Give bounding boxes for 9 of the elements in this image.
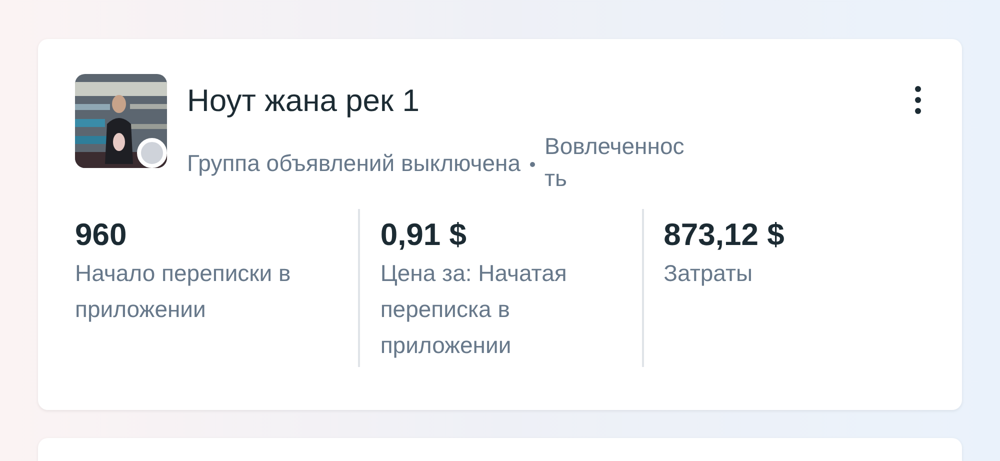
objective-text: Вовлеченность (544, 132, 686, 193)
metric-label: Начало переписки в приложении (75, 259, 292, 324)
metric-value: 873,12 $ (664, 217, 786, 253)
ad-set-title: Ноут жана рек 1 (187, 82, 420, 120)
metric-label: Цена за: Начатая переписка в приложении (380, 259, 568, 360)
metric-value: 0,91 $ (380, 217, 468, 253)
metric-value: 960 (75, 217, 128, 253)
metric-label: Затраты (664, 259, 754, 288)
status-text: Группа объявлений выключена (187, 149, 521, 178)
